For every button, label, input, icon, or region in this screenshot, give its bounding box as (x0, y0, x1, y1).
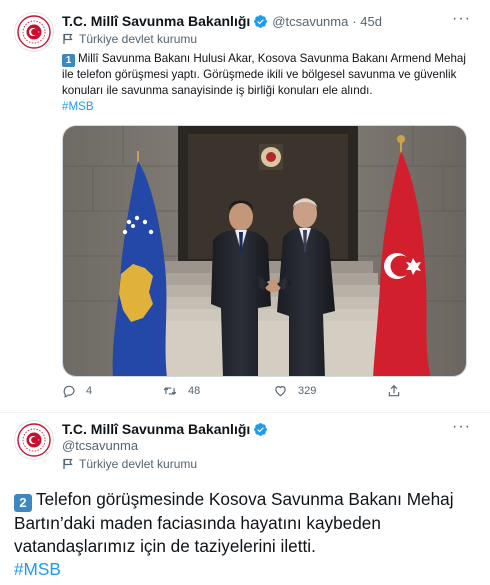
share-button[interactable] (387, 384, 401, 398)
author-line: T.C. Millî Savunma Bakanlığı (62, 421, 268, 437)
like-count: 329 (298, 385, 317, 397)
retweet-icon (163, 387, 177, 395)
hashtag-link[interactable]: #MSB (14, 559, 61, 579)
reply-icon (63, 385, 75, 398)
author-handle[interactable]: @tcsavunma (62, 438, 138, 453)
flag-label-icon (63, 33, 73, 44)
retweet-button[interactable]: 48 (162, 384, 200, 398)
tweet-1-text: 1 Millî Savunma Bakanı Hulusi Akar, Kosov… (62, 51, 472, 115)
more-icon[interactable]: ··· (452, 10, 471, 28)
keycap-2-icon: 2 (14, 494, 32, 512)
gov-label: Türkiye devlet kurumu (62, 32, 197, 46)
gov-label-text: Türkiye devlet kurumu (79, 32, 198, 46)
author-name[interactable]: T.C. Millî Savunma Bakanlığı (62, 13, 250, 29)
tweet-divider (0, 412, 490, 413)
gov-label-text: Türkiye devlet kurumu (79, 457, 198, 471)
keycap-1-icon: 1 (62, 54, 75, 67)
share-icon (388, 384, 400, 397)
retweet-count: 48 (188, 385, 201, 397)
tweet-1-body: Millî Savunma Bakanı Hulusi Akar, Kosova… (62, 52, 466, 97)
msb-emblem-icon (17, 15, 51, 49)
tweet-photo[interactable] (62, 125, 467, 377)
flag-label-icon (63, 458, 73, 469)
like-button[interactable]: 329 (273, 384, 316, 398)
more-icon[interactable]: ··· (452, 418, 471, 436)
msb-emblem-icon (17, 423, 51, 457)
author-avatar[interactable] (14, 420, 54, 460)
author-avatar[interactable] (14, 12, 54, 52)
tweet-time[interactable]: · 45d (352, 14, 382, 29)
verified-badge-icon (254, 15, 268, 28)
hashtag-link[interactable]: #MSB (62, 100, 94, 113)
reply-button[interactable]: 4 (62, 384, 92, 398)
author-handle[interactable]: @tcsavunma (272, 14, 348, 29)
author-line: T.C. Millî Savunma Bakanlığı @tcsavunma · … (62, 13, 382, 29)
tweet-2-text: 2 Telefon görüşmesinde Kosova Savunma Bak… (14, 488, 484, 581)
reply-count: 4 (86, 385, 93, 397)
like-icon (275, 386, 286, 397)
tweet-1-actions: 4 48 329 (62, 384, 412, 404)
author-name[interactable]: T.C. Millî Savunma Bakanlığı (62, 421, 250, 437)
gov-label: Türkiye devlet kurumu (62, 457, 197, 471)
verified-badge-icon (254, 423, 268, 436)
tweet-2-body: Telefon görüşmesinde Kosova Savunma Baka… (14, 489, 454, 556)
photo-scene (63, 126, 466, 376)
